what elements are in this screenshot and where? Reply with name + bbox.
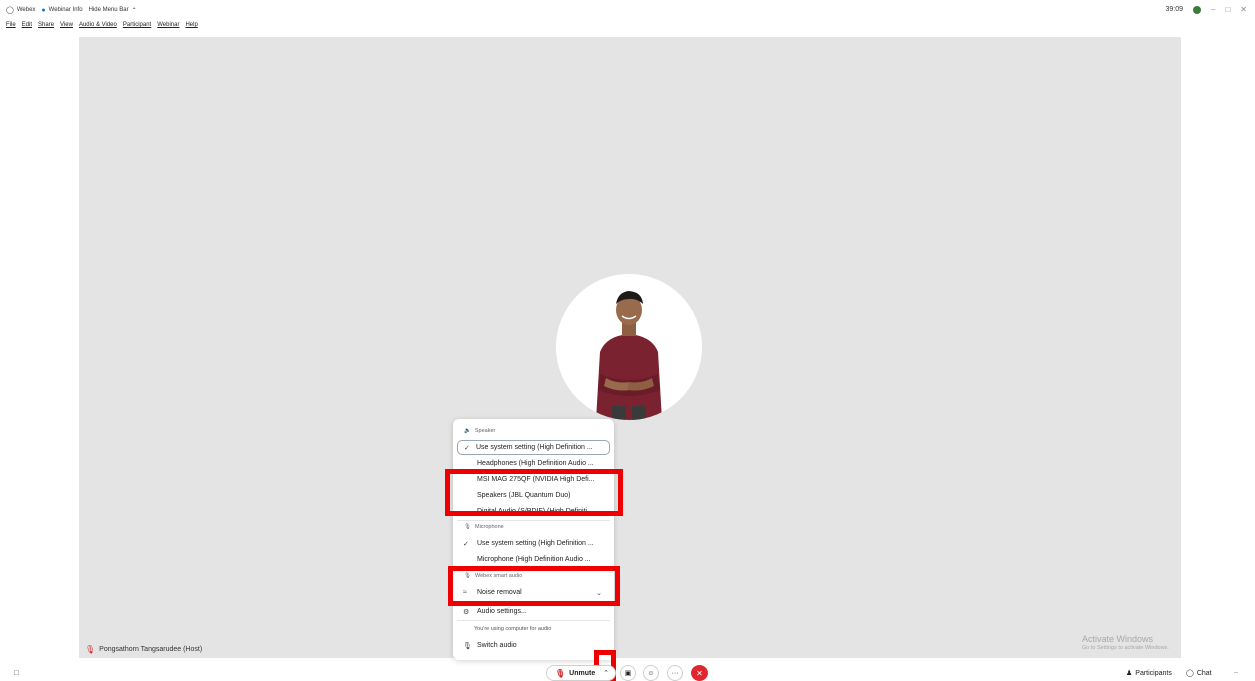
check-icon: ✓ [464,444,470,452]
audio-settings-label: Audio settings... [477,608,527,615]
microphone-section: 🎙 Microphone [464,524,504,530]
title-bar-left: ◯ Webex ● Webinar Info Hide Menu Bar ⌃ [6,6,137,15]
hide-menu-bar-label: Hide Menu Bar [88,7,129,13]
menu-edit[interactable]: Edit [22,22,32,28]
close-icon[interactable]: ✕ [1240,5,1247,14]
divider [457,520,610,521]
smiley-icon: ☺ [647,669,655,677]
activate-windows-watermark: Activate Windows Go to Settings to activ… [1082,634,1169,651]
chevron-up-icon: ⌃ [603,670,609,677]
microphone-icon: 🎙 [464,524,471,530]
end-call-button[interactable]: ✕ [691,665,708,681]
menu-webinar[interactable]: Webinar [157,22,179,28]
highlight-noise-removal [448,566,620,606]
audio-options-toggle[interactable]: ⌃ [600,665,612,681]
gear-icon: ⚙ [463,608,470,616]
chat-icon: ◯ [1186,670,1194,677]
microphone-option-system[interactable]: ✓ Use system setting (High Definition ..… [457,536,610,551]
muted-mic-icon: 🎙 [555,668,566,678]
unmute-label: Unmute [569,669,596,677]
menu-participant[interactable]: Participant [123,22,151,28]
person-illustration [556,274,702,420]
activate-subtitle: Go to Settings to activate Windows. [1082,645,1169,651]
more-icon: ··· [671,669,679,677]
close-icon: ✕ [696,668,703,678]
chat-button[interactable]: ◯ Chat [1186,669,1212,678]
speaker-option-label: Use system setting (High Definition ... [476,444,593,451]
app-name: Webex [16,7,36,13]
overflow-icon: – [1234,669,1238,676]
toolbar-overflow[interactable]: – [1234,669,1238,676]
microphone-option-label: Use system setting (High Definition ... [477,540,594,547]
speaker-label: Speaker [474,428,496,434]
participants-label: Participants [1135,669,1172,677]
more-options-button[interactable]: ··· [667,665,683,681]
chevron-up-icon: ⌃ [131,7,137,14]
highlight-speaker-options [445,469,623,516]
webinar-info-button[interactable]: ● Webinar Info [41,7,82,14]
microphone-option-label: Microphone (High Definition Audio ... [477,556,591,563]
chat-label: Chat [1196,669,1212,677]
menu-file[interactable]: File [6,22,16,28]
reactions-button[interactable]: ☺ [643,665,659,681]
menu-help[interactable]: Help [185,22,197,28]
participants-button[interactable]: ♟ Participants [1126,669,1172,678]
title-bar: ◯ Webex ● Webinar Info Hide Menu Bar ⌃ 3… [0,0,1255,22]
webex-app[interactable]: ◯ Webex [6,6,35,14]
menu-bar: File Edit Share View Audio & Video Parti… [6,22,198,28]
connection-status-icon[interactable] [1193,5,1201,14]
microphone-label: Microphone [474,524,504,530]
switch-audio-label: Switch audio [477,642,517,649]
speaker-icon: 🔈 [464,428,471,434]
activate-title: Activate Windows [1082,634,1154,644]
using-computer-note: You're using computer for audio [474,626,552,632]
speaker-option-label: Headphones (High Definition Audio ... [477,460,594,467]
captions-icon[interactable]: □ [14,668,19,677]
host-avatar [556,274,702,420]
shield-icon: ● [41,6,46,14]
camera-button[interactable]: ▣ [620,665,636,681]
hide-menu-bar-button[interactable]: Hide Menu Bar ⌃ [89,7,137,14]
camera-icon: ▣ [624,670,632,677]
check-icon: ✓ [463,540,469,548]
webex-logo-icon: ◯ [6,7,14,14]
muted-mic-icon: 🎙 [85,645,96,654]
switch-audio-icon: 🎙 [463,642,472,650]
speaker-section: 🔈 Speaker [464,428,495,434]
menu-audio-video[interactable]: Audio & Video [79,22,117,28]
restore-icon[interactable]: □ [1225,5,1230,14]
divider [457,620,610,621]
participants-icon: ♟ [1126,670,1133,677]
minimize-icon[interactable]: – [1211,5,1215,14]
host-name: Pongsathorn Tangsarudee (Host) [99,646,203,653]
title-bar-right: 39:09 – □ ✕ [1165,5,1247,14]
webinar-info-label: Webinar Info [48,7,83,13]
switch-audio-button[interactable]: 🎙 Switch audio [457,638,610,653]
speaker-option-system[interactable]: ✓ Use system setting (High Definition ..… [457,440,610,455]
meeting-timer: 39:09 [1165,6,1183,13]
audio-settings-button[interactable]: ⚙ Audio settings... [457,604,610,619]
microphone-option-hd[interactable]: Microphone (High Definition Audio ... [457,552,610,567]
menu-view[interactable]: View [60,22,73,28]
menu-share[interactable]: Share [38,22,54,28]
audio-options-popup: 🔈 Speaker ✓ Use system setting (High Def… [453,419,614,660]
host-name-label: 🎙 Pongsathorn Tangsarudee (Host) [85,645,202,654]
